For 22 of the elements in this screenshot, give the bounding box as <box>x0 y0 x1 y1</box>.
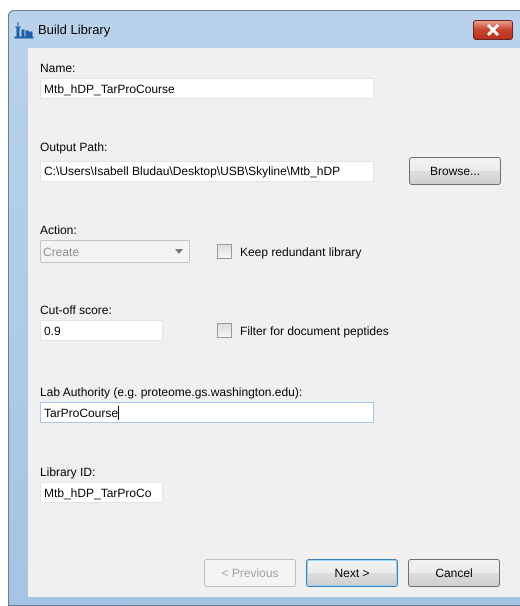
text-field[interactable]: C:\Users\Isabell Bludau\Desktop\USB\Skyline\Mtb_hDP <box>40 160 374 182</box>
dialog-button[interactable]: Next > <box>306 559 398 587</box>
close-button[interactable] <box>473 20 513 40</box>
text-field[interactable]: TarProCourse <box>40 402 374 423</box>
close-icon <box>486 24 500 36</box>
checkbox[interactable] <box>217 323 232 338</box>
field-label: Library ID: <box>40 465 96 480</box>
field-label: Lab Authority (e.g. proteome.gs.washington.edu): <box>40 385 302 400</box>
checkbox-label: Keep redundant library <box>240 244 362 258</box>
window-title: Build Library <box>38 22 110 37</box>
building-icon <box>14 20 34 38</box>
field-label: Cut-off score: <box>40 303 112 318</box>
text-field[interactable]: 0.9 <box>40 320 163 341</box>
field-label: Action: <box>40 223 77 238</box>
field-label: Name: <box>40 61 76 76</box>
dropdown-arrow-icon <box>175 249 183 254</box>
dialog-button[interactable]: Cancel <box>408 559 500 587</box>
text-field[interactable]: Mtb_hDP_TarProCourse <box>40 78 374 99</box>
browse-button[interactable]: Browse... <box>409 157 501 185</box>
checkbox-label: Filter for document peptides <box>240 324 389 338</box>
text-field[interactable]: Mtb_hDP_TarProCo <box>40 482 163 503</box>
field-label: Output Path: <box>40 140 108 155</box>
